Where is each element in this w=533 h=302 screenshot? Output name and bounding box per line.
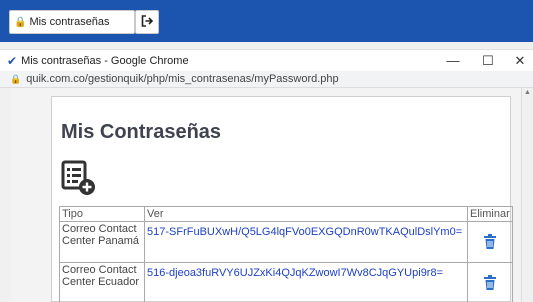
secure-lock-icon: 🔒 [10,73,22,84]
delete-button[interactable] [467,221,513,263]
header-tipo: Tipo [59,206,145,222]
my-passwords-button[interactable]: 🔒 Mis contraseñas [9,10,135,34]
add-document-icon[interactable] [61,160,99,198]
cell-tipo: Correo Contact Center Panamá [59,221,145,263]
favicon-check-icon: ✔ [7,53,18,68]
cell-ver-link[interactable]: 516-djeoa3fuRVY6UJZxKi4QJqKZwowI7Wv8CJqG… [144,262,468,302]
lock-icon: 🔒 [14,16,27,28]
cell-tipo: Correo Contact Center Ecuador [59,262,145,302]
delete-button[interactable] [467,262,513,302]
passwords-table: Tipo Ver Eliminar Correo Contact Center … [59,206,513,302]
table-row: Correo Contact Center Ecuador 516-djeoa3… [59,262,513,302]
trash-icon [484,274,496,290]
maximize-button[interactable]: ☐ [473,51,503,71]
my-passwords-label: Mis contraseñas [29,16,110,28]
page-title: Mis Contraseñas [61,121,222,143]
header-eliminar: Eliminar [467,206,513,222]
trash-icon [484,233,496,249]
minimize-button[interactable]: — [438,51,468,71]
close-button[interactable]: ✕ [505,51,533,71]
table-row: Correo Contact Center Panamá 517-SFrFuBU… [59,221,513,263]
logout-button[interactable] [135,10,159,34]
header-ver: Ver [144,206,468,222]
address-url[interactable]: quik.com.co/gestionquik/php/mis_contrase… [26,73,338,85]
address-bar[interactable]: 🔒 quik.com.co/gestionquik/php/mis_contra… [0,71,533,88]
table-header-row: Tipo Ver Eliminar [59,206,513,222]
scroll-up-arrow-icon[interactable]: ▲ [524,89,531,96]
window-titlebar: ✔ Mis contraseñas - Google Chrome — ☐ ✕ [0,49,533,71]
vertical-scrollbar[interactable]: ▲ [521,88,533,302]
window-title: Mis contraseñas - Google Chrome [21,54,189,67]
app-topbar: 🔒 Mis contraseñas [0,0,533,42]
logout-icon [141,14,154,30]
cell-ver-link[interactable]: 517-SFrFuBUXwH/Q5LG4lqFVo0EXGQDnR0wTKAQu… [144,221,468,263]
